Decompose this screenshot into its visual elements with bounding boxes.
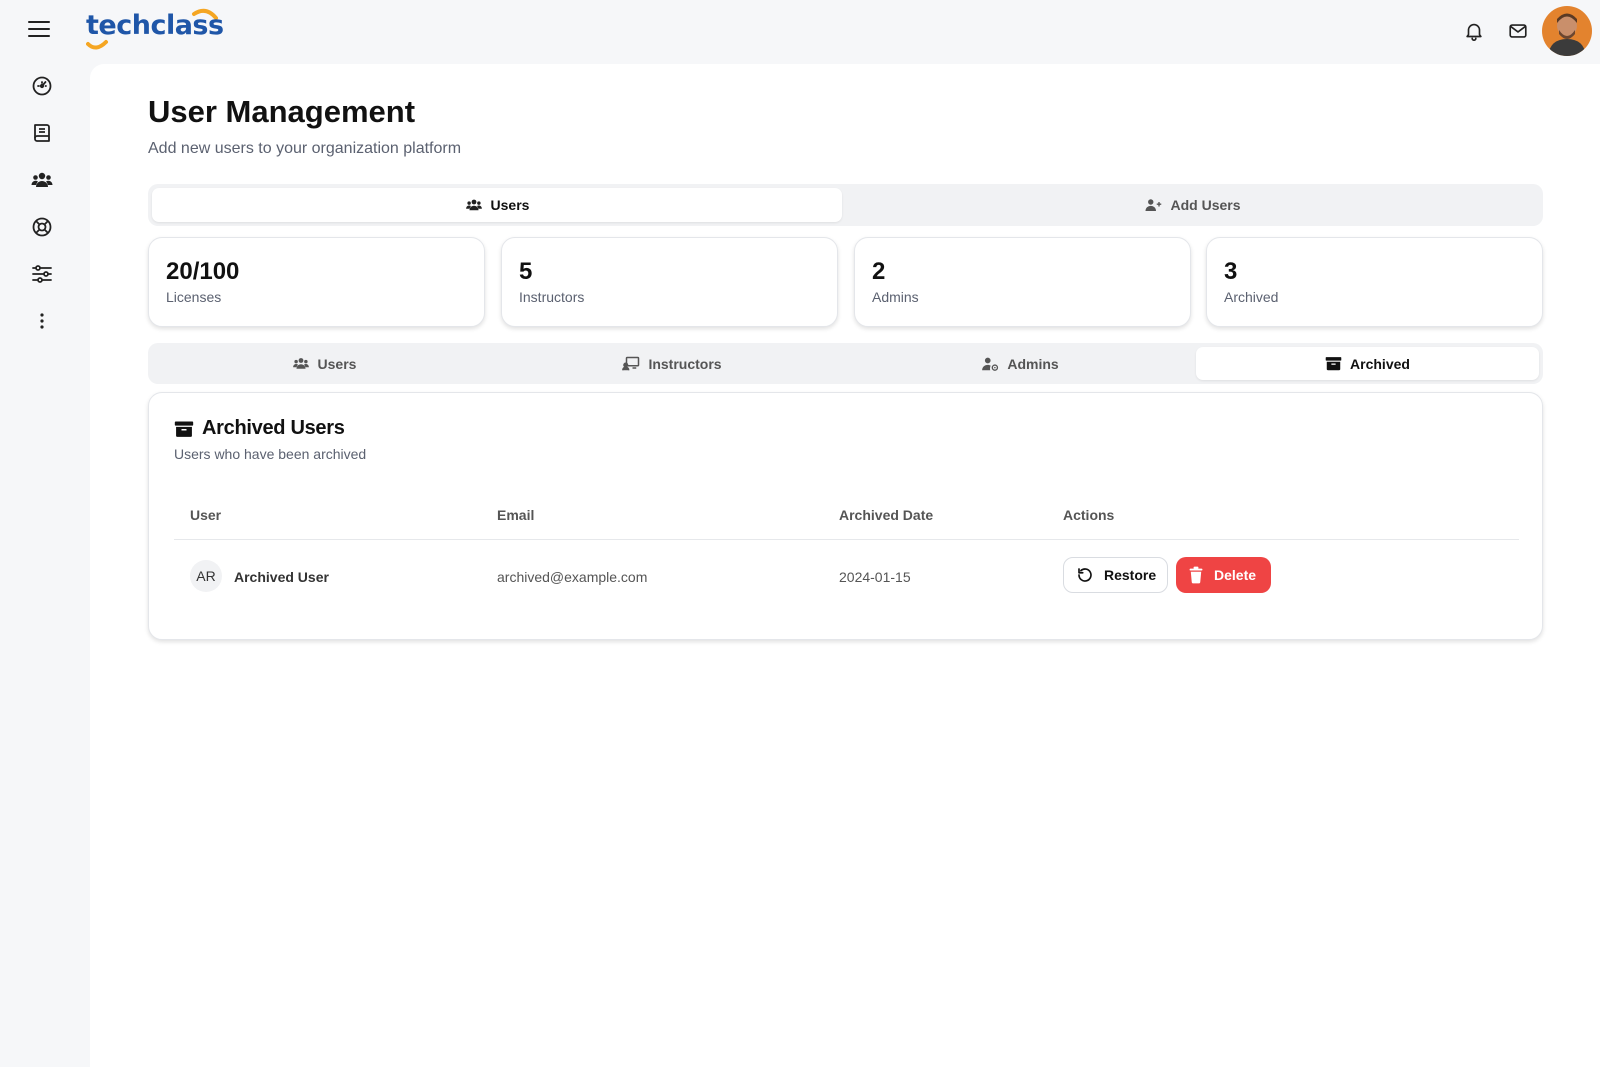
stat-card-instructors: 5 Instructors	[501, 237, 838, 327]
settings-sliders-icon[interactable]	[30, 262, 54, 286]
subtab-instructors[interactable]: Instructors	[500, 347, 844, 380]
subtab-admins[interactable]: Admins	[848, 347, 1192, 380]
tab-users[interactable]: Users	[152, 188, 842, 222]
stat-label: Instructors	[519, 289, 585, 305]
presentation-icon	[622, 356, 640, 371]
main-content: User Management Add new users to your or…	[90, 64, 1600, 1067]
book-icon[interactable]	[30, 121, 54, 145]
stat-value: 3	[1224, 258, 1238, 285]
bell-icon[interactable]	[1463, 20, 1485, 42]
restore-button[interactable]: Restore	[1063, 557, 1168, 593]
users-icon	[465, 199, 482, 211]
subtab-archived-label: Archived	[1350, 355, 1410, 372]
top-bar: techclass	[0, 0, 1600, 64]
user-plus-icon	[1145, 199, 1162, 211]
archived-date: 2024-01-15	[839, 569, 911, 585]
menu-icon[interactable]	[28, 20, 50, 38]
subtab-users-label: Users	[317, 355, 357, 372]
users-icon	[292, 358, 309, 369]
restore-icon	[1078, 568, 1092, 582]
stat-label: Admins	[872, 289, 919, 305]
archive-icon	[174, 421, 194, 437]
tab-users-label: Users	[490, 197, 530, 213]
panel-header: Archived Users	[174, 417, 345, 440]
top-tabs: Users Add Users	[148, 184, 1543, 226]
dashboard-icon[interactable]	[30, 74, 54, 98]
panel-subtitle: Users who have been archived	[174, 446, 367, 462]
tab-add-users-label: Add Users	[1170, 197, 1241, 213]
delete-button[interactable]: Delete	[1176, 557, 1271, 593]
archive-icon	[1325, 357, 1342, 371]
archived-users-panel: Archived Users Users who have been archi…	[148, 392, 1543, 640]
subtab-archived[interactable]: Archived	[1196, 347, 1539, 380]
user-email: archived@example.com	[497, 569, 648, 585]
tab-add-users[interactable]: Add Users	[846, 188, 1539, 222]
table-row: AR Archived User archived@example.com 20…	[174, 540, 1519, 610]
trash-icon	[1189, 566, 1203, 584]
mail-icon[interactable]	[1507, 20, 1529, 42]
stat-label: Licenses	[166, 289, 222, 305]
user-cog-icon	[982, 357, 999, 371]
page-title: User Management	[148, 94, 416, 129]
stat-value: 20/100	[166, 258, 240, 285]
subtab-admins-label: Admins	[1007, 355, 1059, 372]
column-header-archived-date[interactable]: Archived Date	[839, 507, 933, 523]
sidebar	[0, 64, 88, 1067]
stat-value: 5	[519, 258, 533, 285]
users-icon[interactable]	[30, 168, 54, 192]
logo[interactable]: techclass	[86, 8, 236, 52]
subtab-users[interactable]: Users	[152, 347, 496, 380]
user-initials-avatar: AR	[190, 560, 222, 592]
page-subtitle: Add new users to your organization platf…	[148, 140, 462, 157]
support-icon[interactable]	[30, 215, 54, 239]
sub-tabs: Users Instructors Admins Archived	[148, 343, 1543, 384]
column-header-user[interactable]: User	[190, 507, 221, 523]
stat-card-archived: 3 Archived	[1206, 237, 1543, 327]
column-header-actions: Actions	[1063, 507, 1115, 523]
column-header-email[interactable]: Email	[497, 507, 534, 523]
stat-card-licenses: 20/100 Licenses	[148, 237, 485, 327]
more-vertical-icon[interactable]	[30, 309, 54, 333]
avatar[interactable]	[1542, 6, 1592, 56]
panel-title: Archived Users	[202, 417, 345, 439]
stat-label: Archived	[1224, 289, 1279, 305]
user-name: Archived User	[234, 569, 329, 585]
stat-value: 2	[872, 258, 886, 285]
restore-label: Restore	[1104, 567, 1157, 583]
delete-label: Delete	[1214, 567, 1257, 583]
brand-name: techclass	[86, 10, 224, 41]
subtab-instructors-label: Instructors	[648, 355, 722, 372]
stat-card-admins: 2 Admins	[854, 237, 1191, 327]
